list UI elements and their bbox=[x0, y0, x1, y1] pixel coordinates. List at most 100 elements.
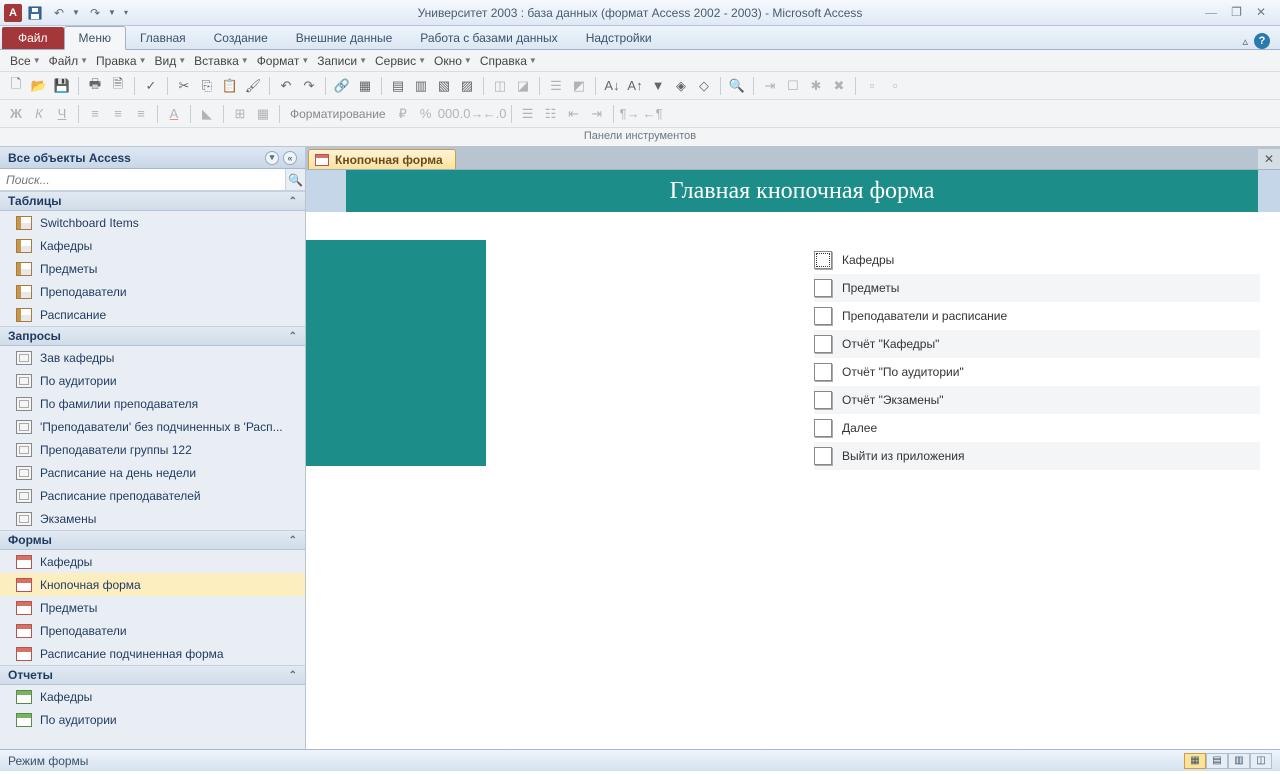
nav-item[interactable]: Преподаватели группы 122 bbox=[0, 438, 305, 461]
sort-desc-icon[interactable]: A↑ bbox=[625, 76, 645, 96]
switchboard-button[interactable] bbox=[814, 363, 832, 381]
pivot-icon[interactable]: ▨ bbox=[457, 76, 477, 96]
toggle-filter-icon[interactable]: ◇ bbox=[694, 76, 714, 96]
nav-group-header[interactable]: Отчеты⌃ bbox=[0, 665, 305, 685]
properties-icon[interactable]: ☰ bbox=[546, 76, 566, 96]
switchboard-button[interactable] bbox=[814, 419, 832, 437]
layout-view-button[interactable]: ▥ bbox=[1228, 753, 1250, 769]
nav-item[interactable]: Кафедры bbox=[0, 685, 305, 708]
menu-view[interactable]: Вид▼ bbox=[151, 52, 191, 70]
switchboard-button[interactable] bbox=[814, 251, 832, 269]
switchboard-button[interactable] bbox=[814, 279, 832, 297]
nav-item[interactable]: Экзамены bbox=[0, 507, 305, 530]
redo-dropdown[interactable]: ▼ bbox=[108, 8, 118, 17]
nav-item[interactable]: Преподаватели bbox=[0, 280, 305, 303]
menu-all[interactable]: Все▼ bbox=[6, 52, 45, 70]
menu-tools[interactable]: Сервис▼ bbox=[371, 52, 430, 70]
menu-insert[interactable]: Вставка▼ bbox=[190, 52, 253, 70]
nav-item[interactable]: По фамилии преподавателя bbox=[0, 392, 305, 415]
menu-help[interactable]: Справка▼ bbox=[476, 52, 541, 70]
design-view-button[interactable]: ◫ bbox=[1250, 753, 1272, 769]
undo-dropdown[interactable]: ▼ bbox=[72, 8, 82, 17]
ribbon-toggle-icon[interactable]: ㅤ▵ bbox=[1232, 33, 1248, 49]
nav-item[interactable]: Расписание на день недели bbox=[0, 461, 305, 484]
save-icon[interactable]: 💾 bbox=[52, 76, 72, 96]
select-icon[interactable]: ☐ bbox=[783, 76, 803, 96]
document-tab[interactable]: Кнопочная форма bbox=[308, 149, 456, 169]
delete-record-icon[interactable]: ✖ bbox=[829, 76, 849, 96]
hyperlink-icon[interactable]: 🔗 bbox=[332, 76, 352, 96]
redo-button[interactable]: ↷ bbox=[84, 2, 106, 24]
nav-scroll[interactable]: Таблицы⌃Switchboard ItemsКафедрыПредметы… bbox=[0, 191, 305, 749]
tab-file[interactable]: Файл bbox=[2, 27, 64, 49]
print-preview-icon[interactable]: 🗎 bbox=[108, 76, 128, 96]
help-icon[interactable]: ? bbox=[1254, 33, 1270, 49]
restore-button[interactable]: ❐ bbox=[1231, 5, 1242, 20]
analyze-icon[interactable]: ◪ bbox=[513, 76, 533, 96]
filter-icon[interactable]: ▼ bbox=[648, 76, 668, 96]
open-icon[interactable]: 📂 bbox=[29, 76, 49, 96]
nav-item[interactable]: Предметы bbox=[0, 257, 305, 280]
nav-item[interactable]: По аудитории bbox=[0, 369, 305, 392]
nav-filter-icon[interactable]: ▾ bbox=[265, 151, 279, 165]
nav-item[interactable]: Зав кафедры bbox=[0, 346, 305, 369]
subform-icon[interactable]: ▥ bbox=[411, 76, 431, 96]
tab-database-tools[interactable]: Работа с базами данных bbox=[406, 27, 571, 49]
redo-icon[interactable]: ↷ bbox=[299, 76, 319, 96]
nav-item[interactable]: Расписание bbox=[0, 303, 305, 326]
tab-external[interactable]: Внешние данные bbox=[282, 27, 407, 49]
close-document-button[interactable]: ✕ bbox=[1258, 149, 1280, 169]
qat-customize[interactable]: ▾ bbox=[124, 8, 134, 17]
chart-icon[interactable]: ▧ bbox=[434, 76, 454, 96]
more2-icon[interactable]: ▫ bbox=[885, 76, 905, 96]
nav-header[interactable]: Все объекты Access ▾« bbox=[0, 147, 305, 169]
nav-collapse-icon[interactable]: « bbox=[283, 151, 297, 165]
tab-menu[interactable]: Меню bbox=[64, 26, 126, 50]
code-icon[interactable]: ◩ bbox=[569, 76, 589, 96]
tab-home[interactable]: Главная bbox=[126, 27, 200, 49]
nav-item[interactable]: Кнопочная форма bbox=[0, 573, 305, 596]
menu-file[interactable]: Файл▼ bbox=[45, 52, 92, 70]
goto-icon[interactable]: ⇥ bbox=[760, 76, 780, 96]
copy-icon[interactable]: ⎘ bbox=[197, 76, 217, 96]
switchboard-button[interactable] bbox=[814, 391, 832, 409]
tab-addins[interactable]: Надстройки bbox=[572, 27, 666, 49]
undo-button[interactable]: ↶ bbox=[48, 2, 70, 24]
nav-item[interactable]: Кафедры bbox=[0, 550, 305, 573]
tab-create[interactable]: Создание bbox=[200, 27, 282, 49]
nav-item[interactable]: Кафедры bbox=[0, 234, 305, 257]
close-button[interactable]: ✕ bbox=[1256, 5, 1266, 20]
nav-item[interactable]: Расписание подчиненная форма bbox=[0, 642, 305, 665]
nav-item[interactable]: Расписание преподавателей bbox=[0, 484, 305, 507]
spelling-icon[interactable]: ✓ bbox=[141, 76, 161, 96]
print-icon[interactable]: 🖶 bbox=[85, 76, 105, 96]
nav-item[interactable]: Switchboard Items bbox=[0, 211, 305, 234]
nav-group-header[interactable]: Формы⌃ bbox=[0, 530, 305, 550]
search-icon[interactable]: 🔍 bbox=[285, 169, 305, 190]
datasheet-view-button[interactable]: ▤ bbox=[1206, 753, 1228, 769]
search-input[interactable] bbox=[0, 169, 285, 190]
relations-icon[interactable]: ◫ bbox=[490, 76, 510, 96]
new-object-icon[interactable]: ▤ bbox=[388, 76, 408, 96]
menu-edit[interactable]: Правка▼ bbox=[92, 52, 150, 70]
form-view-icon[interactable]: ▦ bbox=[355, 76, 375, 96]
app-icon[interactable]: A bbox=[4, 4, 22, 22]
sort-asc-icon[interactable]: A↓ bbox=[602, 76, 622, 96]
nav-item[interactable]: 'Преподаватели' без подчиненных в 'Расп.… bbox=[0, 415, 305, 438]
nav-group-header[interactable]: Запросы⌃ bbox=[0, 326, 305, 346]
menu-format[interactable]: Формат▼ bbox=[253, 52, 314, 70]
switchboard-button[interactable] bbox=[814, 335, 832, 353]
nav-item[interactable]: Преподаватели bbox=[0, 619, 305, 642]
minimize-button[interactable]: — bbox=[1205, 5, 1217, 20]
undo-icon[interactable]: ↶ bbox=[276, 76, 296, 96]
nav-item[interactable]: Предметы bbox=[0, 596, 305, 619]
nav-group-header[interactable]: Таблицы⌃ bbox=[0, 191, 305, 211]
paste-icon[interactable]: 📋 bbox=[220, 76, 240, 96]
switchboard-button[interactable] bbox=[814, 447, 832, 465]
format-painter-icon[interactable]: 🖌 bbox=[243, 76, 263, 96]
save-button[interactable] bbox=[24, 2, 46, 24]
cut-icon[interactable]: ✂ bbox=[174, 76, 194, 96]
new-icon[interactable]: 🗋 bbox=[6, 76, 26, 96]
find-icon[interactable]: 🔍 bbox=[727, 76, 747, 96]
new-record-icon[interactable]: ✱ bbox=[806, 76, 826, 96]
